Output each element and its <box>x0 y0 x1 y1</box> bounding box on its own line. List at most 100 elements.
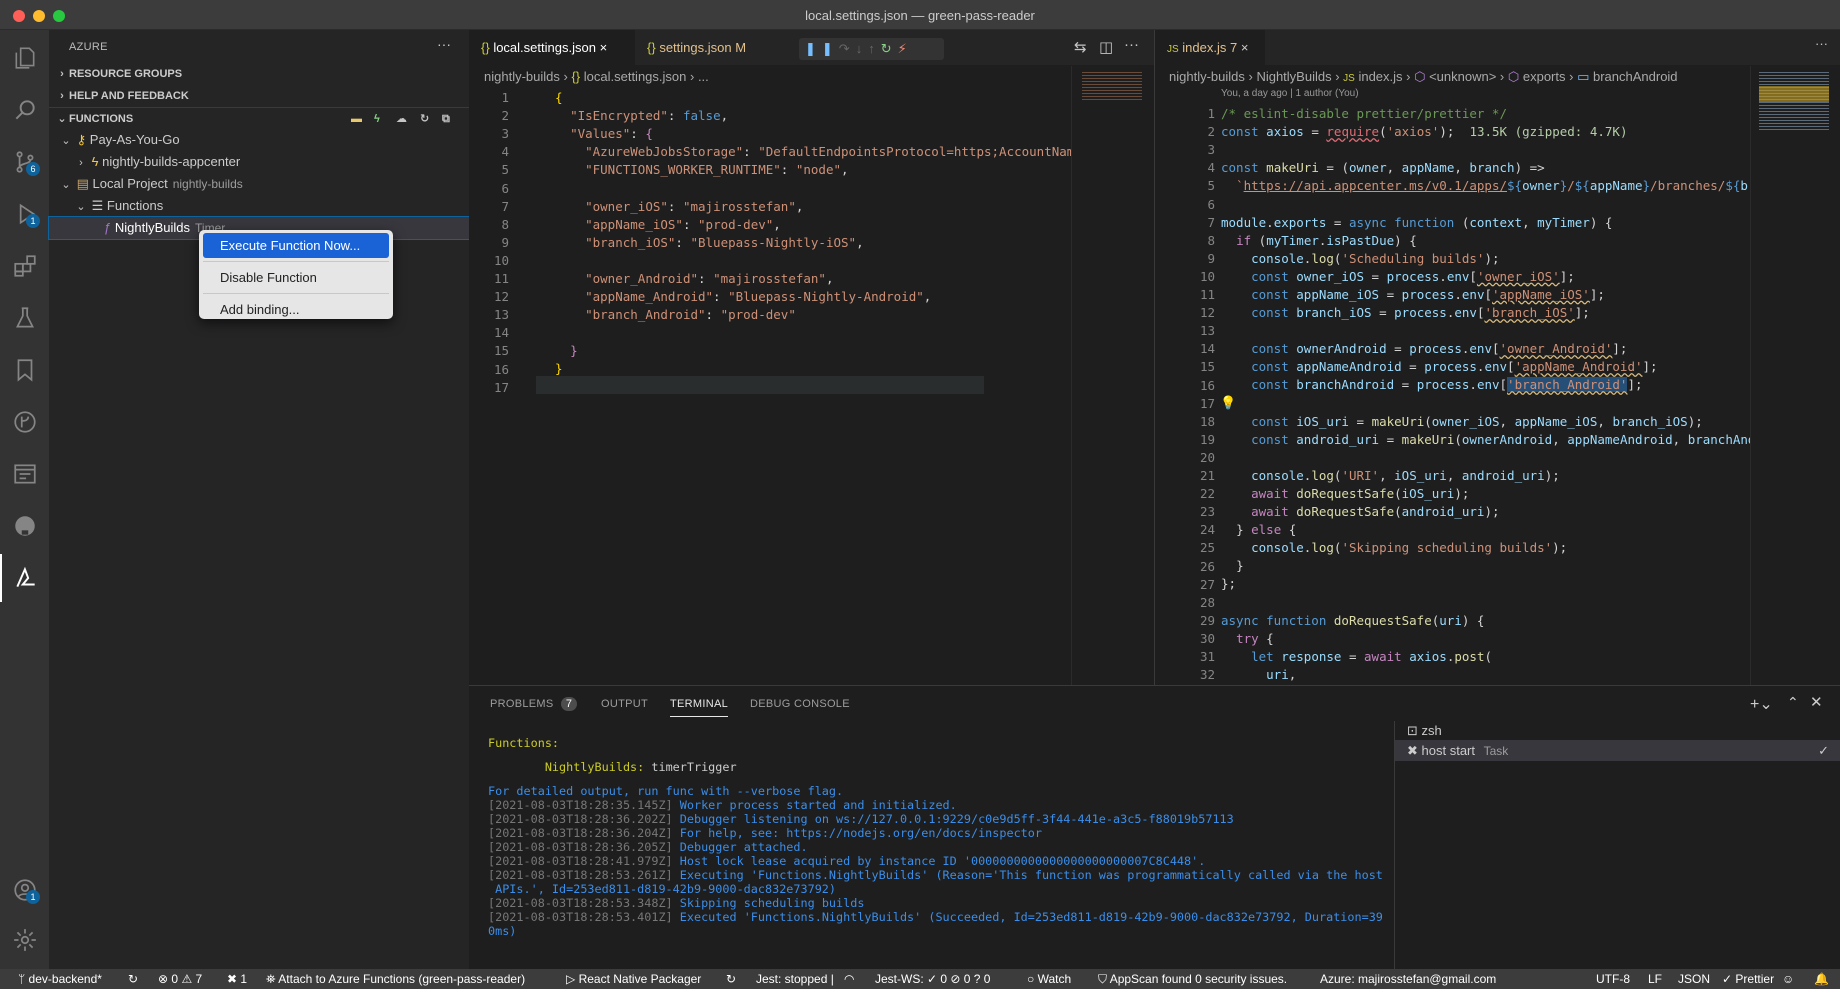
minimap[interactable] <box>1750 66 1840 685</box>
encoding-status[interactable]: UTF-8 <box>1596 969 1630 989</box>
line-number[interactable]: 16 <box>1175 377 1215 395</box>
breadcrumb-sub[interactable]: NightlyBuilds <box>1256 69 1331 84</box>
close-tab-icon[interactable]: × <box>1241 40 1249 55</box>
line-number[interactable]: 5 <box>469 161 509 179</box>
broadcast-icon[interactable]: ◠ <box>844 969 854 989</box>
step-out-icon[interactable]: ↑ <box>868 41 881 56</box>
editor-more-icon[interactable]: ··· <box>1815 36 1828 51</box>
collapse-all-icon[interactable]: ⧉ <box>442 108 450 130</box>
breadcrumb-symbol[interactable]: <unknown> <box>1429 69 1496 84</box>
restart-icon[interactable]: ↻ <box>881 41 898 56</box>
testing-icon[interactable] <box>0 294 49 342</box>
line-number[interactable]: 12 <box>469 288 509 306</box>
line-number[interactable]: 31 <box>1175 648 1215 666</box>
rn-packager-status[interactable]: ▷ React Native Packager <box>566 969 701 989</box>
line-number[interactable]: 3 <box>469 125 509 143</box>
line-number[interactable]: 15 <box>1175 358 1215 376</box>
git-blame-lens[interactable]: You, a day ago | 1 author (You) <box>1221 88 1359 99</box>
close-panel-icon[interactable]: ✕ <box>1810 693 1823 711</box>
remote-explorer-icon[interactable] <box>0 450 49 498</box>
section-functions[interactable]: ⌄ FUNCTIONS ▬ ϟ ☁ ↻ ⧉ <box>49 107 469 129</box>
maximize-panel-icon[interactable]: ⌃ <box>1787 694 1799 711</box>
line-number[interactable]: 26 <box>1175 558 1215 576</box>
azure-icon[interactable] <box>0 554 49 602</box>
terminal-output[interactable]: Functions: NightlyBuilds: timerTrigger Fo… <box>469 736 1383 966</box>
line-number[interactable]: 1 <box>469 89 509 107</box>
minimap[interactable] <box>1071 66 1154 685</box>
line-number[interactable]: 14 <box>469 324 509 342</box>
code-text[interactable]: { "IsEncrypted": false, "Values": { "Azu… <box>555 89 1104 379</box>
tab-settings[interactable]: {} settings.json M <box>635 30 775 65</box>
menu-item-execute[interactable]: Execute Function Now... <box>203 233 389 258</box>
line-number[interactable]: 6 <box>469 180 509 198</box>
line-number[interactable]: 8 <box>1175 232 1215 250</box>
line-number[interactable]: 4 <box>469 143 509 161</box>
line-number[interactable]: 9 <box>469 234 509 252</box>
line-number[interactable]: 20 <box>1175 449 1215 467</box>
line-number[interactable]: 9 <box>1175 250 1215 268</box>
new-terminal-icon[interactable]: +⌄ <box>1750 694 1773 714</box>
tab-output[interactable]: OUTPUT <box>601 698 648 710</box>
line-number[interactable]: 1 <box>1175 105 1215 123</box>
create-project-icon[interactable]: ▬ <box>351 108 362 130</box>
line-number[interactable]: 27 <box>1175 576 1215 594</box>
menu-item-disable[interactable]: Disable Function <box>203 265 389 290</box>
sidebar-more-button[interactable]: ··· <box>437 36 451 52</box>
prettier-status[interactable]: ✓ Prettier <box>1722 969 1774 989</box>
line-number[interactable]: 2 <box>469 107 509 125</box>
line-number[interactable]: 16 <box>469 361 509 379</box>
feedback-icon[interactable]: ☺ <box>1782 969 1794 989</box>
line-number[interactable]: 22 <box>1175 485 1215 503</box>
explorer-icon[interactable] <box>0 34 49 82</box>
line-number[interactable]: 11 <box>1175 286 1215 304</box>
breadcrumb-rest[interactable]: ... <box>698 69 709 84</box>
jest-status[interactable]: Jest: stopped | <box>756 969 834 989</box>
account-icon[interactable]: 1 <box>0 866 49 914</box>
notifications-icon[interactable]: 🔔 <box>1814 969 1829 989</box>
tab-problems[interactable]: PROBLEMS 7 <box>490 697 578 711</box>
language-status[interactable]: JSON <box>1678 969 1710 989</box>
sync-icon[interactable]: ↻ <box>128 969 138 989</box>
section-help[interactable]: › HELP AND FEEDBACK <box>49 85 469 107</box>
line-number[interactable]: 24 <box>1175 521 1215 539</box>
search-icon[interactable] <box>0 86 49 134</box>
step-over-icon[interactable]: ↷ <box>839 41 856 56</box>
line-number[interactable]: 11 <box>469 270 509 288</box>
line-number[interactable]: 18 <box>1175 413 1215 431</box>
line-number[interactable]: 5 <box>1175 177 1215 195</box>
line-number[interactable]: 2 <box>1175 123 1215 141</box>
branch-status[interactable]: ᛘ dev-backend* <box>18 969 102 989</box>
tab-local-settings[interactable]: {} local.settings.json × <box>469 30 635 65</box>
eol-status[interactable]: LF <box>1648 969 1662 989</box>
line-number[interactable]: 29 <box>1175 612 1215 630</box>
debug-toolbar[interactable]: ❚❚↷↓↑↻⚡ <box>799 38 944 60</box>
line-number[interactable]: 17 <box>469 379 509 397</box>
line-number[interactable]: 3 <box>1175 141 1215 159</box>
line-number[interactable]: 10 <box>1175 268 1215 286</box>
create-function-icon[interactable]: ϟ <box>374 108 380 130</box>
problems-status[interactable]: ⊗ 0 ⚠ 7 <box>158 969 202 989</box>
attach-status[interactable]: ⛯ Attach to Azure Functions (green-pass-… <box>266 969 525 989</box>
line-number[interactable]: 25 <box>1175 539 1215 557</box>
bookmarks-icon[interactable] <box>0 346 49 394</box>
breadcrumb-folder[interactable]: nightly-builds <box>484 69 560 84</box>
tab-index-js[interactable]: JS index.js 7 × <box>1155 30 1265 65</box>
sync-icon[interactable]: ↻ <box>726 969 736 989</box>
terminal-item-task[interactable]: ✖ host start Task ✓ <box>1395 740 1840 761</box>
line-number[interactable]: 4 <box>1175 159 1215 177</box>
line-number[interactable]: 23 <box>1175 503 1215 521</box>
line-number[interactable]: 14 <box>1175 340 1215 358</box>
line-number[interactable]: 19 <box>1175 431 1215 449</box>
extensions-icon[interactable] <box>0 242 49 290</box>
line-number[interactable]: 32 <box>1175 666 1215 684</box>
code-text[interactable]: /* eslint-disable prettier/prettier */ c… <box>1221 105 1766 684</box>
tab-debug-console[interactable]: DEBUG CONSOLE <box>750 698 850 710</box>
line-number[interactable]: 30 <box>1175 630 1215 648</box>
breadcrumb-file[interactable]: local.settings.json <box>584 69 687 84</box>
line-number[interactable]: 6 <box>1175 196 1215 214</box>
line-number[interactable]: 28 <box>1175 594 1215 612</box>
line-number[interactable]: 13 <box>1175 322 1215 340</box>
line-number[interactable]: 7 <box>1175 214 1215 232</box>
open-changes-icon[interactable]: ⇆ <box>1074 38 1087 56</box>
source-control-icon[interactable]: 6 <box>0 138 49 186</box>
